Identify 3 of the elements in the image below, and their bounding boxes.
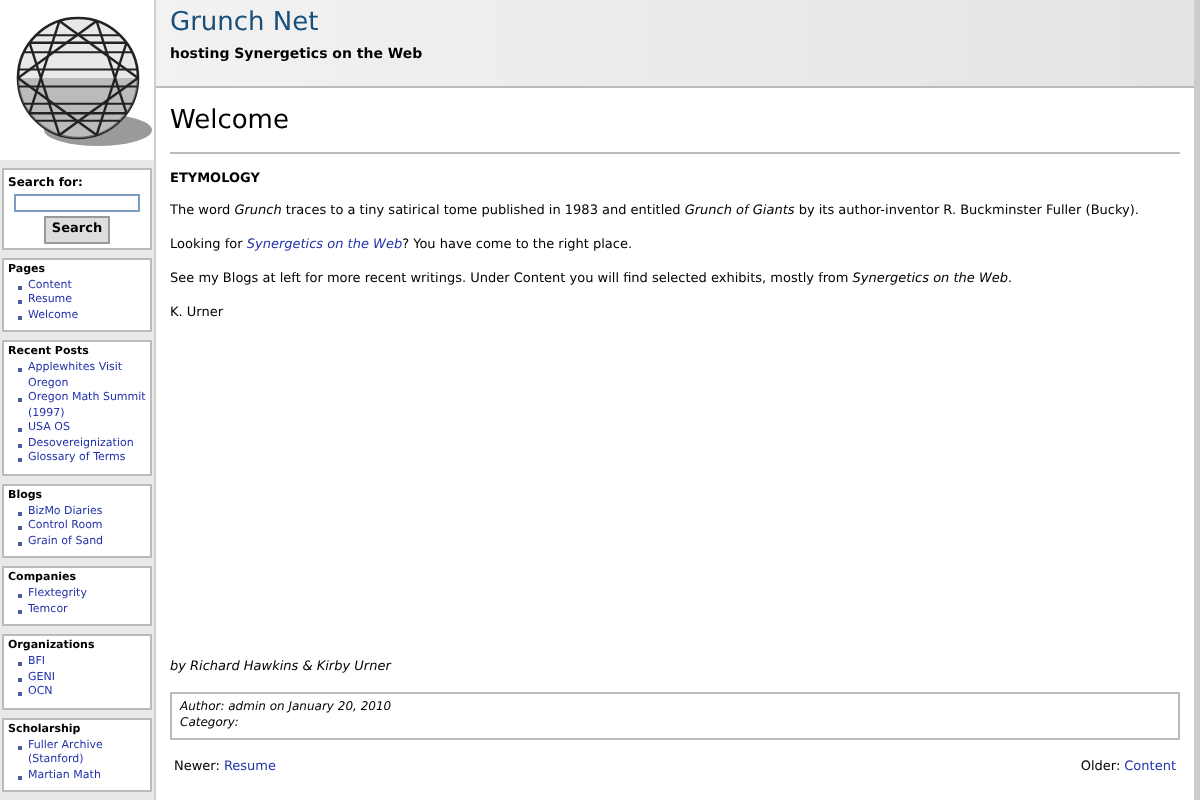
site-title[interactable]: Grunch Net — [170, 4, 1194, 43]
search-field[interactable] — [14, 194, 140, 212]
page-title: Welcome — [170, 102, 1180, 153]
